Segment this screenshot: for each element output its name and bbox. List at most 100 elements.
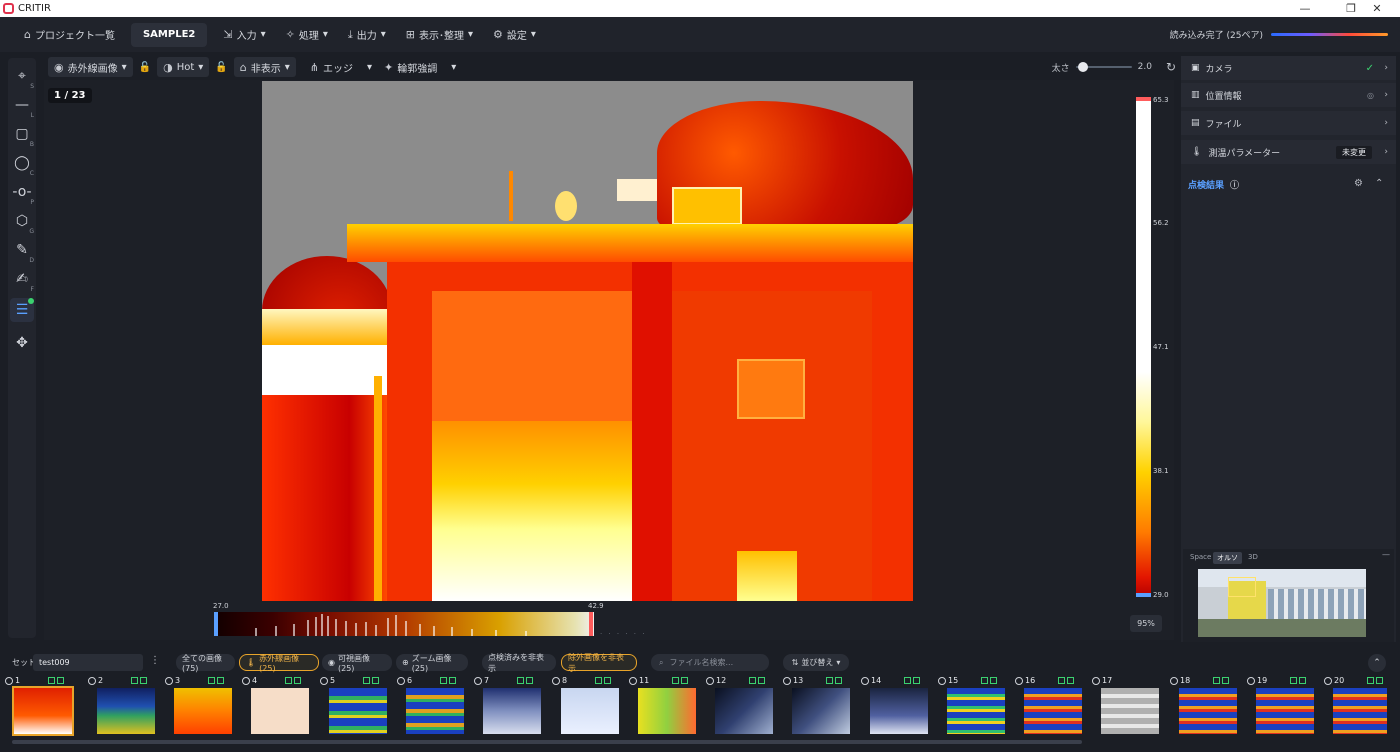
hide-inspected-toggle[interactable]: 点検済みを非表示 [482,653,556,673]
select-circle[interactable] [165,677,173,685]
scale-min-cap[interactable] [1136,593,1151,597]
thumbnail[interactable]: 16 [1010,676,1084,738]
view-menu[interactable]: ⊞ 表示･整理 ▾ [396,23,483,47]
file-section[interactable]: ▤ ファイル › [1181,111,1396,135]
select-circle[interactable] [5,677,13,685]
settings-menu[interactable]: ⚙ 設定 ▾ [483,23,546,47]
scale-max-cap[interactable] [1136,97,1151,101]
ortho-image[interactable] [1198,569,1366,637]
thumbnail[interactable]: 11 [624,676,698,738]
thumbnail[interactable]: 13 [778,676,852,738]
box-tool[interactable]: ▢ B [10,122,34,148]
thumbnail[interactable]: 1 [0,676,74,738]
select-circle[interactable] [474,677,482,685]
histogram[interactable] [215,612,594,636]
circle-tool[interactable]: ◯ C [10,151,34,177]
minimap-tab-space[interactable]: Space [1186,552,1215,562]
gear-icon[interactable]: ⚙ [1354,178,1363,189]
adjust-tool[interactable]: ☰ [10,298,34,322]
filter-visible-images[interactable]: ◉ 可視画像 (25) [322,654,392,673]
histogram-low-handle[interactable] [214,612,218,636]
minimap-tab-3d[interactable]: 3D [1244,552,1262,562]
thumbnail[interactable]: 17 [1087,676,1161,738]
select-circle[interactable] [1247,677,1255,685]
thumbnail[interactable]: 20 [1319,676,1389,738]
visibility-dropdown[interactable]: ⌂ 非表示 ▾ [233,57,296,77]
thumbnail[interactable]: 6 [392,676,466,738]
filter-all-images[interactable]: 全ての画像 (75) [176,654,235,673]
chevron-up-icon[interactable]: ⌃ [1375,178,1383,189]
lock-icon[interactable]: 🔓 [209,62,233,73]
thumbnail[interactable]: 5 [315,676,389,738]
thumbnail[interactable]: 3 [160,676,234,738]
filter-zoom-images[interactable]: ⊕ ズーム画像 (25) [396,654,468,673]
collapse-thumbs-button[interactable]: ⌃ [1368,654,1386,672]
freehand-tool[interactable]: ✍ F [10,267,34,293]
thumbnail[interactable]: 8 [547,676,621,738]
thumbnail[interactable]: 4 [237,676,311,738]
minimap-tab-ortho[interactable]: オルソ [1213,552,1242,564]
palette-dropdown[interactable]: ◑ Hot ▾ [157,57,210,77]
camera-section[interactable]: ▣ カメラ ✓ › [1181,56,1396,80]
polygon-tool[interactable]: ⬡ G [10,209,34,235]
more-icon[interactable]: ⋮ [150,655,160,666]
select-circle[interactable] [629,677,637,685]
point-tool[interactable]: -o- P [10,180,34,206]
close-icon[interactable]: ✕ [1354,0,1400,17]
thumbnail[interactable]: 19 [1242,676,1316,738]
draw-tool[interactable]: ✎ D [10,238,34,264]
thumbnail[interactable]: 7 [469,676,543,738]
thumbnail[interactable]: 12 [701,676,775,738]
location-section[interactable]: ▥ 位置情報 ◎ › [1181,83,1396,107]
move-tool[interactable]: ✥ [10,331,34,355]
thumbnail-scrollbar[interactable] [12,740,1082,744]
histogram-high-handle[interactable] [589,612,593,636]
set-select[interactable]: test009 [33,654,143,671]
projects-button[interactable]: ⌂ プロジェクト一覧 [14,23,125,47]
lock-icon[interactable]: 🔓 [133,62,157,73]
thumbnail[interactable]: 18 [1165,676,1239,738]
select-circle[interactable] [1015,677,1023,685]
params-section[interactable]: 🌡 測温パラメーター 未変更 › [1181,140,1396,164]
select-circle[interactable] [938,677,946,685]
filter-ir-images[interactable]: 🌡 赤外線画像 (25) [239,654,319,673]
size-slider[interactable] [1075,62,1132,72]
process-menu[interactable]: ✧ 処理 ▾ [276,23,338,47]
select-circle[interactable] [783,677,791,685]
inspection-header[interactable]: 点検結果 ⓘ [1188,178,1239,191]
select-circle[interactable] [1324,677,1332,685]
help-icon[interactable]: ⓘ [1230,178,1239,191]
select-tool[interactable]: ⌖ S [10,64,34,90]
sort-dropdown[interactable]: ⇅ 並び替え ▾ [783,654,849,671]
select-circle[interactable] [1170,677,1178,685]
project-tab[interactable]: SAMPLE2 [130,22,208,47]
line-tool[interactable]: — L [10,93,34,119]
reset-icon[interactable]: ↻ [1166,60,1176,74]
select-circle[interactable] [320,677,328,685]
edge-dropdown[interactable]: ⋔ エッジ ▾ [304,57,378,77]
slider-knob[interactable] [1077,62,1088,72]
app-title: CRITIR [18,3,51,14]
select-circle[interactable] [242,677,250,685]
select-circle[interactable] [88,677,96,685]
minimap-viewport[interactable] [1228,577,1256,597]
contour-dropdown[interactable]: ✦ 輪郭強調 ▾ [378,57,462,77]
input-menu[interactable]: ⇲ 入力 ▾ [213,23,275,47]
thumbnail[interactable]: 2 [83,676,157,738]
select-circle[interactable] [552,677,560,685]
minimize-icon[interactable]: — [1382,550,1390,559]
select-circle[interactable] [706,677,714,685]
hide-excluded-toggle[interactable]: 除外画像を非表示 [561,653,637,673]
select-circle[interactable] [1092,677,1100,685]
select-circle[interactable] [861,677,869,685]
output-menu[interactable]: ⤓ 出力 ▾ [338,23,396,47]
viewer-toolbar: ◉ 赤外線画像 ▾ 🔓 ◑ Hot ▾ 🔓 ⌂ 非表示 ▾ ⋔ エッジ ▾ ✦ 輪郭強… [48,56,1176,78]
thumbnail[interactable]: 15 [933,676,1007,738]
file-search-input[interactable]: ⌕ ファイル名検索... [651,654,769,671]
image-type-dropdown[interactable]: ◉ 赤外線画像 ▾ [48,57,133,77]
select-circle[interactable] [397,677,405,685]
thumbnail[interactable]: 14 [856,676,930,738]
thermal-image[interactable] [262,81,913,601]
minimize-icon[interactable]: — [1282,0,1328,17]
zoom-level: 95% [1130,615,1162,632]
